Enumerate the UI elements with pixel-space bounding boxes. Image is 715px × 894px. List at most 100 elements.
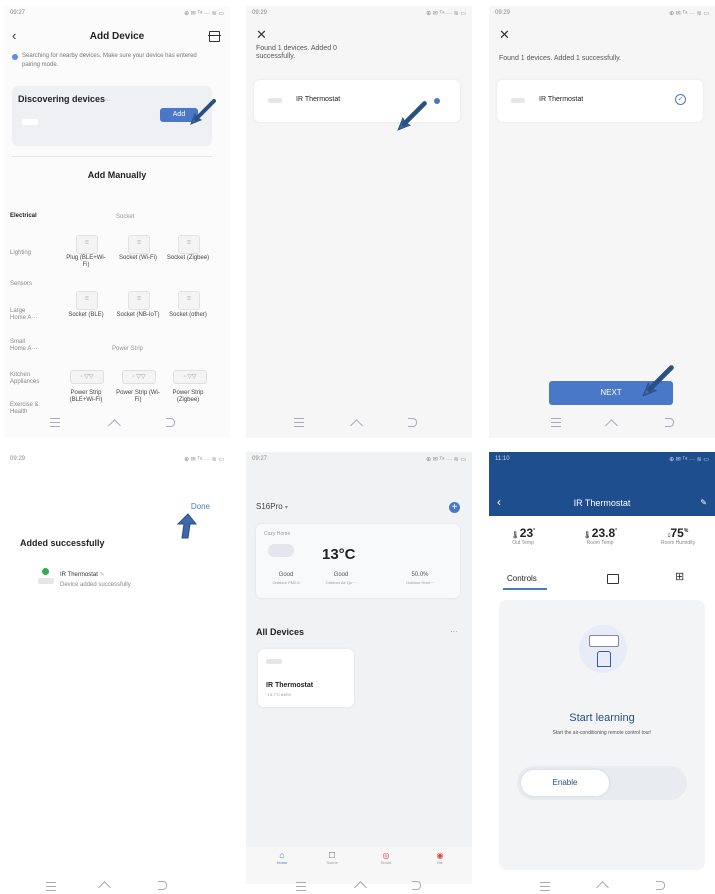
back-icon[interactable] bbox=[412, 881, 421, 890]
menu-icon[interactable] bbox=[46, 882, 56, 891]
device-card[interactable]: IR Thermostat ✓ bbox=[497, 80, 703, 122]
status-icons: ⊕ ✉ ᵀᵃ ··· ≋ ▭ bbox=[184, 457, 224, 463]
discover-panel: Discovering devices··· Add bbox=[12, 86, 212, 146]
remote-tab-icon[interactable] bbox=[607, 574, 619, 584]
socket-icon[interactable]: ⁝⁝ bbox=[76, 235, 98, 254]
power-strip-icon[interactable]: ◦ ▽▽ bbox=[122, 370, 156, 384]
socket-icon[interactable]: ⁝⁝ bbox=[178, 235, 200, 254]
back-icon[interactable] bbox=[158, 881, 167, 890]
ac-illustration bbox=[579, 625, 627, 673]
add-manually-title: Add Manually bbox=[87, 170, 147, 180]
menu-icon[interactable] bbox=[50, 418, 60, 428]
device-thumbnail bbox=[22, 119, 38, 125]
metric-out-temp: 🌡︎23° Out Temp bbox=[510, 526, 536, 546]
home-icon[interactable] bbox=[605, 418, 618, 432]
category-sensors[interactable]: Sensors bbox=[10, 281, 32, 288]
edit-icon[interactable]: ✎ bbox=[700, 498, 707, 507]
status-bar: 09:29 ⊕ ✉ ᵀᵃ ··· ≋ ▭ bbox=[252, 10, 466, 20]
menu-icon[interactable] bbox=[551, 418, 561, 428]
socket-icon[interactable]: ⁝⁝ bbox=[76, 291, 98, 310]
system-nav-bar bbox=[246, 412, 472, 438]
category-large-home[interactable]: Large Home A··· bbox=[10, 308, 40, 322]
device-type-label: Socket (Zigbee) bbox=[166, 255, 210, 261]
grid-tab-icon[interactable]: ⊞ bbox=[675, 570, 684, 583]
weather-card: Cozy Home 13°C Good Outdoor PM2.5 Good Out… bbox=[256, 524, 460, 598]
home-icon[interactable] bbox=[596, 880, 609, 894]
category-electrical[interactable]: Electrical bbox=[10, 213, 37, 220]
cloud-icon bbox=[268, 544, 294, 557]
category-lighting[interactable]: Lighting bbox=[10, 250, 31, 257]
more-icon[interactable]: ··· bbox=[450, 627, 458, 636]
device-card[interactable]: IR Thermostat bbox=[254, 80, 460, 122]
add-icon[interactable]: + bbox=[449, 502, 460, 513]
screen-home: 09:27 ⊕ ✉ ᵀᵃ ··· ≋ ▭ S16Pro ▾ + Cozy Hom… bbox=[246, 452, 472, 884]
close-icon[interactable]: ✕ bbox=[256, 28, 267, 41]
weather-stat: Good Outdoor PM2.5 bbox=[272, 572, 300, 585]
status-icons: ⊕ ✉ ᵀᵃ ··· ≋ ▭ bbox=[669, 11, 709, 17]
done-button[interactable]: Done bbox=[191, 502, 210, 511]
tab-scene[interactable]: ☐ Scene bbox=[322, 851, 342, 865]
home-icon[interactable] bbox=[98, 880, 111, 894]
home-icon[interactable] bbox=[108, 418, 121, 432]
power-strip-icon[interactable]: ◦ ▽▽ bbox=[70, 370, 104, 384]
power-strip-icon[interactable]: ◦ ▽▽ bbox=[173, 370, 207, 384]
back-icon[interactable] bbox=[665, 418, 675, 428]
device-type-label: Socket (NB-IoT) bbox=[116, 312, 160, 318]
tab-underline bbox=[503, 588, 547, 590]
bottom-tab-bar: ⌂ Home ☐ Scene ◎ Smart ◉ Me bbox=[246, 847, 472, 884]
device-name: IR Thermostat bbox=[539, 96, 584, 103]
enable-toggle-track[interactable]: Enable bbox=[517, 766, 687, 800]
device-tile[interactable]: IR Thermostat °15.7°C ♦48% bbox=[258, 649, 354, 707]
device-readings: °15.7°C ♦48% bbox=[266, 692, 292, 697]
category-small-home[interactable]: Small Home A··· bbox=[10, 339, 40, 353]
home-icon[interactable] bbox=[354, 880, 367, 894]
scan-icon[interactable] bbox=[208, 31, 221, 42]
check-circle-icon: ✓ bbox=[675, 94, 686, 105]
pointer-arrow-icon bbox=[642, 365, 674, 397]
screen-found-device: 09:29 ⊕ ✉ ᵀᵃ ··· ≋ ▭ ✕ Found 1 devices. … bbox=[246, 6, 472, 438]
home-selector[interactable]: S16Pro ▾ bbox=[256, 502, 288, 511]
device-type-label: Plug (BLE+Wi-Fi) bbox=[66, 255, 106, 268]
socket-icon[interactable]: ⁝⁝ bbox=[178, 291, 200, 310]
socket-icon[interactable]: ⁝⁝ bbox=[128, 235, 150, 254]
edit-icon[interactable]: ✎ bbox=[100, 572, 105, 578]
device-thumbnail bbox=[268, 98, 282, 103]
status-bar: 09:29 ⊕ ✉ ᵀᵃ ··· ≋ ▭ bbox=[495, 10, 709, 20]
divider bbox=[12, 156, 212, 157]
tab-me[interactable]: ◉ Me bbox=[430, 851, 450, 865]
found-status-text: Found 1 devices. Added 0 successfully. bbox=[256, 45, 337, 60]
menu-icon[interactable] bbox=[296, 882, 306, 891]
device-thumbnail bbox=[266, 659, 282, 664]
back-icon[interactable] bbox=[408, 418, 418, 428]
device-type-label: Socket (BLE) bbox=[68, 312, 104, 318]
back-icon[interactable] bbox=[166, 418, 176, 428]
metric-room-humidity: 💧︎75% Room Humidity bbox=[660, 526, 696, 546]
status-icons: ⊕ ✉ ᵀᵃ ··· ≋ ▭ bbox=[184, 11, 224, 17]
home-icon[interactable] bbox=[350, 418, 363, 432]
socket-icon[interactable]: ⁝⁝ bbox=[128, 291, 150, 310]
device-name: IR Thermostat bbox=[296, 96, 341, 103]
found-status-text: Found 1 devices. Added 1 successfully. bbox=[499, 55, 622, 62]
tab-controls[interactable]: Controls bbox=[507, 574, 537, 583]
system-nav-bar bbox=[4, 412, 230, 438]
device-title: IR Thermostat bbox=[573, 498, 631, 508]
device-thumbnail bbox=[511, 98, 525, 103]
device-name: IR Thermostat bbox=[266, 682, 314, 689]
device-type-label: Power Strip (BLE+Wi-Fi) bbox=[69, 390, 103, 403]
menu-icon[interactable] bbox=[294, 418, 304, 428]
scene-icon: ☐ bbox=[328, 851, 336, 860]
close-icon[interactable]: ✕ bbox=[499, 28, 510, 41]
status-time: 09:27 bbox=[10, 10, 26, 16]
learning-description: Start the air-conditioning remote contro… bbox=[552, 730, 652, 736]
chevron-down-icon: ▾ bbox=[284, 505, 288, 511]
tab-home[interactable]: ⌂ Home bbox=[272, 851, 292, 866]
category-kitchen[interactable]: Kitchen Appliances bbox=[10, 372, 44, 386]
device-name: IR Thermostat ✎ bbox=[60, 572, 105, 578]
added-title: Added successfully bbox=[20, 538, 105, 548]
menu-icon[interactable] bbox=[540, 882, 550, 891]
tab-smart[interactable]: ◎ Smart bbox=[376, 851, 396, 865]
search-hint: Searching for nearby devices. Make sure … bbox=[22, 53, 197, 68]
status-time: 09:29 bbox=[10, 456, 26, 462]
back-icon[interactable] bbox=[656, 881, 665, 890]
enable-button[interactable]: Enable bbox=[521, 770, 609, 796]
